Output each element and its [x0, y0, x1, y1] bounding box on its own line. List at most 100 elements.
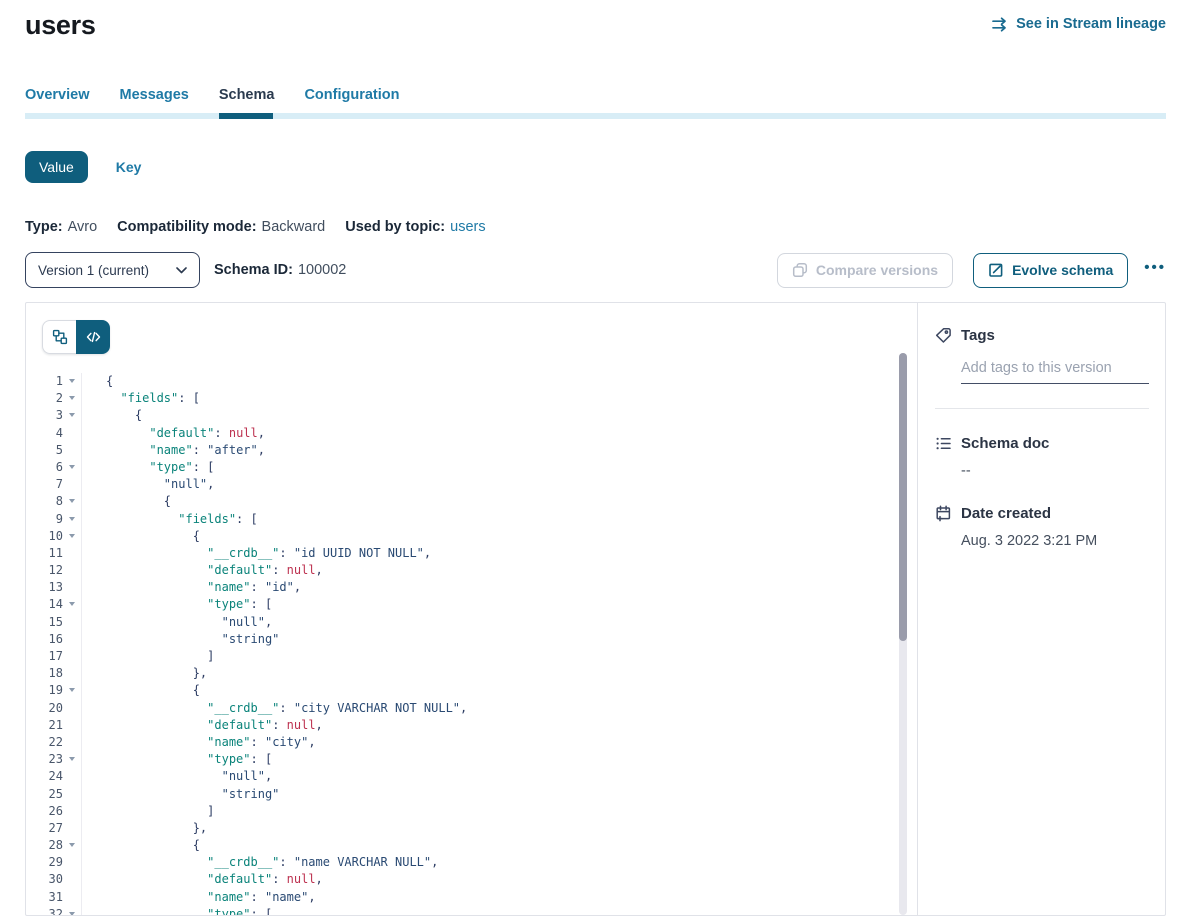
- fold-toggle[interactable]: [63, 751, 81, 768]
- tree-view-button[interactable]: [42, 320, 76, 354]
- meta-value: Backward: [262, 219, 326, 235]
- line-number: 15: [26, 614, 63, 631]
- line-number: 13: [26, 579, 63, 596]
- line-number: 20: [26, 700, 63, 717]
- code-text: "name": "id",: [81, 579, 301, 596]
- schema-doc-title: Schema doc: [961, 435, 1049, 452]
- line-number: 14: [26, 596, 63, 613]
- date-created-header: Date created: [935, 505, 1149, 522]
- code-text: "fields": [: [81, 390, 200, 407]
- fold-arrow-icon: [69, 843, 75, 847]
- schema-doc-value: --: [961, 463, 1149, 479]
- date-created-title: Date created: [961, 505, 1051, 522]
- meta-item: Compatibility mode: Backward: [117, 219, 325, 235]
- version-toolbar: Version 1 (current) Schema ID: 100002 Com…: [25, 252, 1166, 288]
- code-view-button[interactable]: [76, 320, 110, 354]
- evolve-schema-button[interactable]: Evolve schema: [973, 253, 1128, 288]
- schema-page: users See in Stream lineage Overview Mess…: [0, 0, 1189, 916]
- fold-toggle[interactable]: [63, 596, 81, 613]
- code-line: 27 },: [26, 820, 917, 837]
- code-line: 29 "__crdb__": "name VARCHAR NULL",: [26, 854, 917, 871]
- fold-arrow-icon: [69, 396, 75, 400]
- code-text: "__crdb__": "city VARCHAR NOT NULL",: [81, 700, 467, 717]
- code-line: 20 "__crdb__": "city VARCHAR NOT NULL",: [26, 700, 917, 717]
- fold-arrow-icon: [69, 517, 75, 521]
- date-created-value: Aug. 3 2022 3:21 PM: [961, 533, 1149, 549]
- fold-toggle[interactable]: [63, 837, 81, 854]
- code-line: 23 "type": [: [26, 751, 917, 768]
- code-line: 25 "string": [26, 786, 917, 803]
- schema-id-label: Schema ID:: [214, 262, 293, 278]
- code-line: 11 "__crdb__": "id UUID NOT NULL",: [26, 545, 917, 562]
- code-text: "type": [: [81, 906, 272, 915]
- stream-lineage-icon: [992, 17, 1009, 32]
- fold-toggle[interactable]: [63, 511, 81, 528]
- code-text: "null",: [81, 476, 214, 493]
- code-text: "null",: [81, 614, 272, 631]
- code-text: "default": null,: [81, 562, 323, 579]
- code-text: {: [81, 493, 171, 510]
- meta-label: Type:: [25, 219, 63, 235]
- key-toggle-button[interactable]: Key: [116, 159, 142, 175]
- schema-code-editor[interactable]: 1{2 "fields": [3 {4 "default": null,5 "n…: [26, 373, 917, 915]
- fold-arrow-icon: [69, 534, 75, 538]
- code-line: 21 "default": null,: [26, 717, 917, 734]
- value-key-toggle: Value Key: [25, 151, 1166, 183]
- editor-scrollbar-thumb[interactable]: [899, 353, 907, 641]
- line-number: 4: [26, 425, 63, 442]
- tab-messages[interactable]: Messages: [120, 87, 189, 105]
- chevron-down-icon: [176, 267, 187, 274]
- line-number: 8: [26, 493, 63, 510]
- version-select-value: Version 1 (current): [38, 263, 149, 278]
- line-number: 30: [26, 871, 63, 888]
- date-created-section: Date created Aug. 3 2022 3:21 PM: [935, 505, 1149, 549]
- schema-doc-section: Schema doc --: [935, 435, 1149, 479]
- line-number: 1: [26, 373, 63, 390]
- editor-scrollbar-track[interactable]: [899, 353, 907, 915]
- tab-bar: [25, 113, 1166, 119]
- meta-label: Compatibility mode:: [117, 219, 256, 235]
- fold-arrow-icon: [69, 465, 75, 469]
- code-line: 18 },: [26, 665, 917, 682]
- code-line: 10 {: [26, 528, 917, 545]
- fold-toggle[interactable]: [63, 390, 81, 407]
- tab-schema[interactable]: Schema: [219, 87, 275, 105]
- schema-meta-row: Type:AvroCompatibility mode:BackwardUsed…: [25, 219, 1166, 235]
- fold-toggle[interactable]: [63, 906, 81, 915]
- code-line: 5 "name": "after",: [26, 442, 917, 459]
- tags-title: Tags: [961, 327, 995, 344]
- stream-lineage-link[interactable]: See in Stream lineage: [992, 16, 1166, 32]
- compare-versions-button[interactable]: Compare versions: [777, 253, 953, 288]
- code-text: "string": [81, 786, 279, 803]
- tab-configuration[interactable]: Configuration: [304, 87, 399, 105]
- more-actions-button[interactable]: •••: [1144, 260, 1166, 281]
- code-line: 15 "null",: [26, 614, 917, 631]
- line-number: 28: [26, 837, 63, 854]
- value-toggle-button[interactable]: Value: [25, 151, 88, 183]
- line-number: 11: [26, 545, 63, 562]
- fold-toggle[interactable]: [63, 493, 81, 510]
- schema-panel: 1{2 "fields": [3 {4 "default": null,5 "n…: [25, 302, 1166, 916]
- tab-overview[interactable]: Overview: [25, 87, 90, 105]
- fold-toggle[interactable]: [63, 528, 81, 545]
- code-text: {: [81, 682, 200, 699]
- version-select[interactable]: Version 1 (current): [25, 252, 200, 288]
- code-line: 12 "default": null,: [26, 562, 917, 579]
- meta-item: Type:Avro: [25, 219, 97, 235]
- schema-id: Schema ID: 100002: [214, 262, 346, 278]
- meta-value-link[interactable]: users: [450, 219, 485, 235]
- schema-id-value: 100002: [298, 262, 346, 278]
- code-line: 13 "name": "id",: [26, 579, 917, 596]
- code-text: "name": "city",: [81, 734, 316, 751]
- code-text: {: [81, 373, 113, 390]
- fold-toggle[interactable]: [63, 682, 81, 699]
- schema-doc-header: Schema doc: [935, 435, 1149, 452]
- code-line: 30 "default": null,: [26, 871, 917, 888]
- fold-toggle[interactable]: [63, 459, 81, 476]
- code-line: 1{: [26, 373, 917, 390]
- fold-toggle[interactable]: [63, 407, 81, 424]
- code-lines: 1{2 "fields": [3 {4 "default": null,5 "n…: [26, 373, 917, 915]
- fold-toggle[interactable]: [63, 373, 81, 390]
- tags-input[interactable]: [961, 360, 1149, 384]
- code-text: {: [81, 528, 200, 545]
